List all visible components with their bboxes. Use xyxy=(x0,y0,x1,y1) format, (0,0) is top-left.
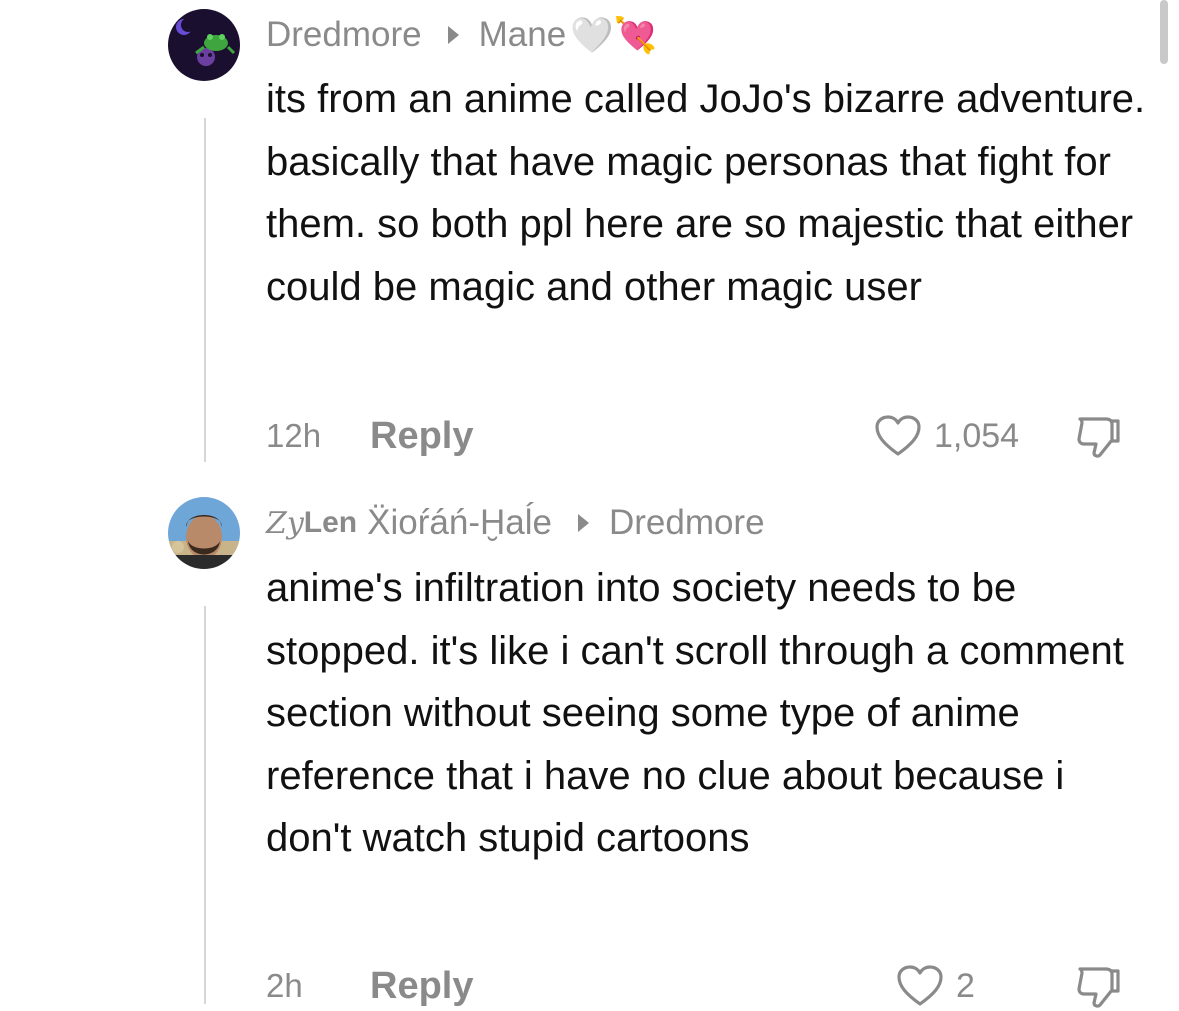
reply-to-name[interactable]: Dredmore xyxy=(609,503,765,543)
comment-text: anime's infiltration into society needs … xyxy=(266,566,1124,860)
comment-meta: 12h Reply 1,054 xyxy=(266,411,1146,461)
heart-outline-icon xyxy=(897,965,943,1006)
reply-button[interactable]: Reply xyxy=(370,965,473,1008)
scrollbar[interactable] xyxy=(1160,0,1168,64)
like-button[interactable]: 1,054 xyxy=(874,411,1019,461)
avatar[interactable] xyxy=(168,9,240,81)
comment-time: 2h xyxy=(266,967,303,1004)
comment-time: 12h xyxy=(266,417,322,454)
author-name-bold[interactable]: Len xyxy=(304,506,357,540)
reply-arrow-icon xyxy=(447,26,459,44)
like-count: 2 xyxy=(956,966,975,1005)
thumbs-down-outline-icon[interactable] xyxy=(1074,411,1124,461)
reply-to-name[interactable]: Mane xyxy=(479,15,567,55)
like-count: 1,054 xyxy=(934,416,1020,455)
avatar-image xyxy=(168,9,240,81)
heart-outline-icon xyxy=(875,415,921,456)
comment-header: Zy Len Ẍioŕáń-Ḫaĺe Dredmore xyxy=(266,500,765,546)
thread-line xyxy=(204,118,206,462)
author-name-italic[interactable]: Zy xyxy=(266,506,304,541)
comment-text: its from an anime called JoJo's bizarre … xyxy=(266,77,1146,309)
avatar[interactable] xyxy=(168,497,240,569)
author-name[interactable]: Dredmore xyxy=(266,15,422,55)
avatar-image xyxy=(168,497,240,569)
comment-header: Dredmore Mane 🤍💘 xyxy=(266,12,657,58)
reply-to-emojis: 🤍💘 xyxy=(570,15,658,55)
reply-button[interactable]: Reply xyxy=(370,415,473,458)
thread-line xyxy=(204,606,206,1004)
author-name-rest[interactable]: Ẍioŕáń-Ḫaĺe xyxy=(367,503,552,543)
reply-arrow-icon xyxy=(577,514,589,532)
